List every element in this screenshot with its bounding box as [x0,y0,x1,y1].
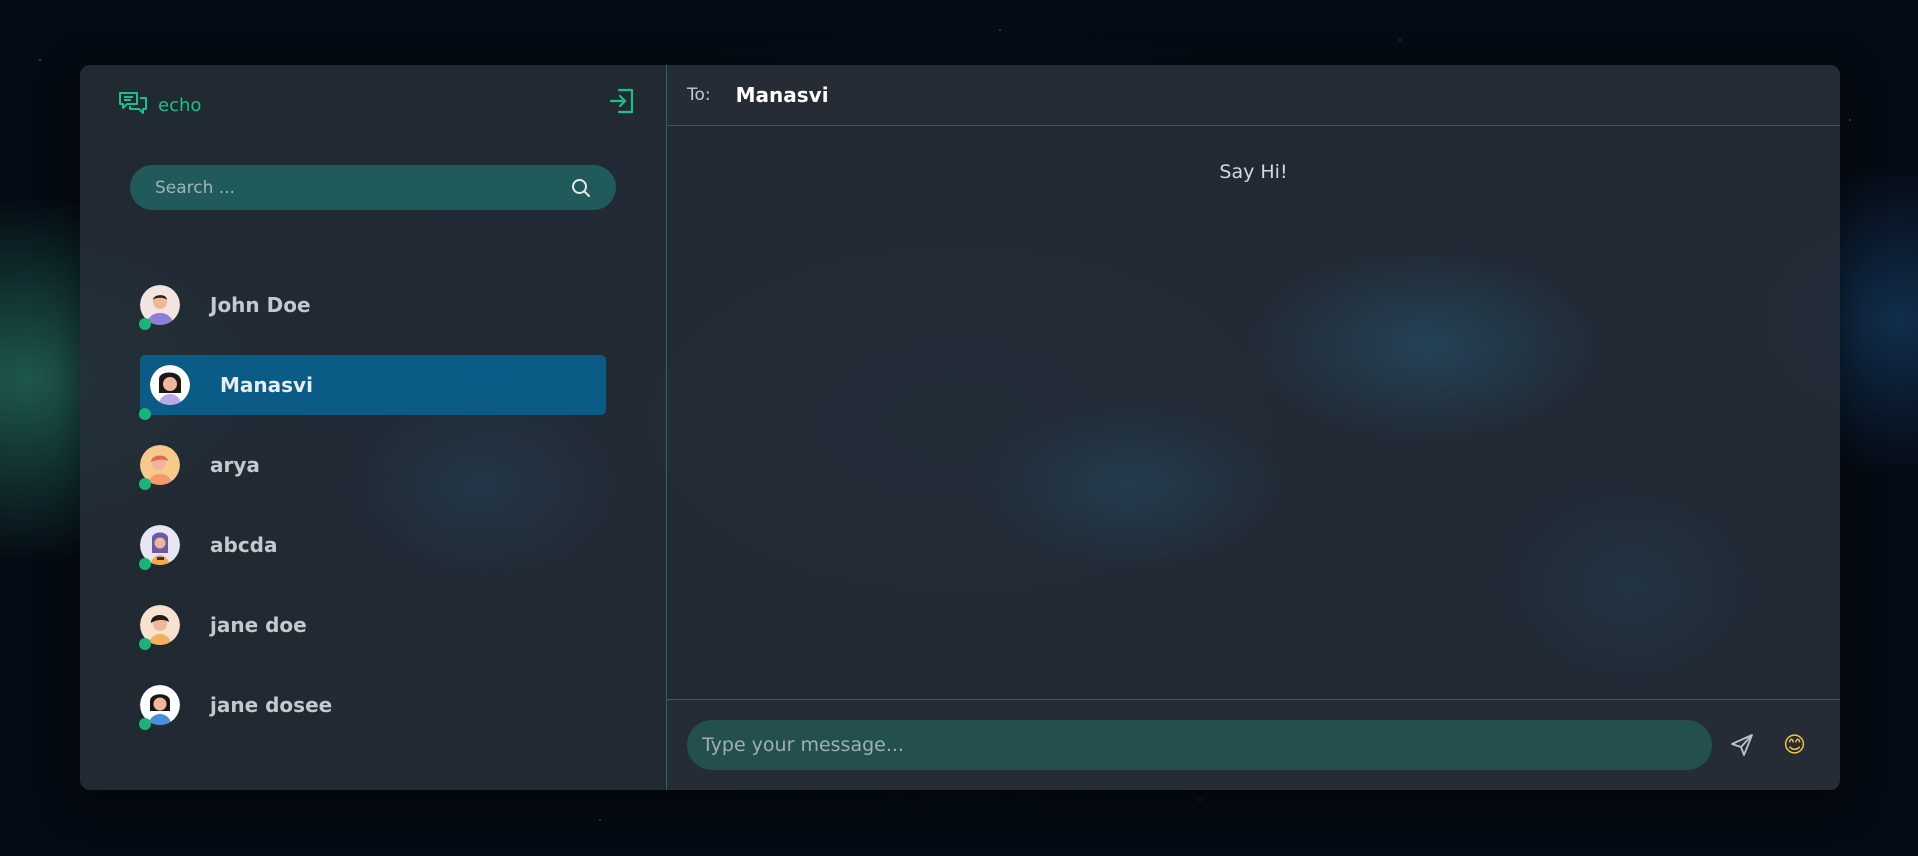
online-indicator [139,408,151,420]
avatar [139,605,180,650]
chat-bubbles-icon [118,90,148,120]
sidebar: echo Search ... John Doe Manasvi arya ab… [80,65,667,790]
message-composer: 😊 [667,699,1840,790]
chat-panel: To: Manasvi Say Hi! 😊 [667,65,1840,790]
search-icon[interactable] [570,177,592,199]
logout-icon[interactable] [608,87,636,115]
contact-name: John Doe [210,293,311,317]
brand-name: echo [158,94,202,116]
active-contact-highlight [140,355,606,415]
recipient-name: Manasvi [735,83,829,107]
contact-item-john-doe[interactable]: John Doe [130,265,616,345]
online-indicator [139,318,151,330]
contact-item-abcda[interactable]: abcda [130,505,616,585]
contact-item-jane-doe[interactable]: jane doe [130,585,616,665]
contact-name: Manasvi [220,373,313,397]
avatar [139,445,180,490]
contact-name: abcda [210,533,278,557]
contact-item-arya[interactable]: arya [130,425,616,505]
empty-chat-prompt: Say Hi! [1219,161,1288,183]
online-indicator [139,558,151,570]
contact-name: jane dosee [210,693,333,717]
message-input[interactable] [687,720,1712,770]
online-indicator [139,478,151,490]
online-indicator [139,638,151,650]
avatar [139,365,190,420]
search-input[interactable] [130,176,570,199]
send-icon[interactable] [1729,732,1755,758]
search-bar [130,165,616,210]
contact-list: John Doe Manasvi arya abcda jane doe jan… [130,265,616,745]
chat-header: To: Manasvi [667,65,1840,126]
brand: echo [118,90,201,120]
contact-name: jane doe [210,613,307,637]
message-area[interactable]: Say Hi! [667,126,1840,699]
online-indicator [139,718,151,730]
avatar [139,525,180,570]
contact-item-jane-dosee[interactable]: jane dosee [130,665,616,745]
avatar [139,285,180,330]
contact-item-manasvi[interactable]: Manasvi [130,345,616,425]
emoji-icon[interactable]: 😊 [1783,733,1806,758]
chat-app-window: echo Search ... John Doe Manasvi arya ab… [80,65,1840,790]
contact-name: arya [210,453,260,477]
to-label: To: [687,85,711,105]
avatar [139,685,180,730]
